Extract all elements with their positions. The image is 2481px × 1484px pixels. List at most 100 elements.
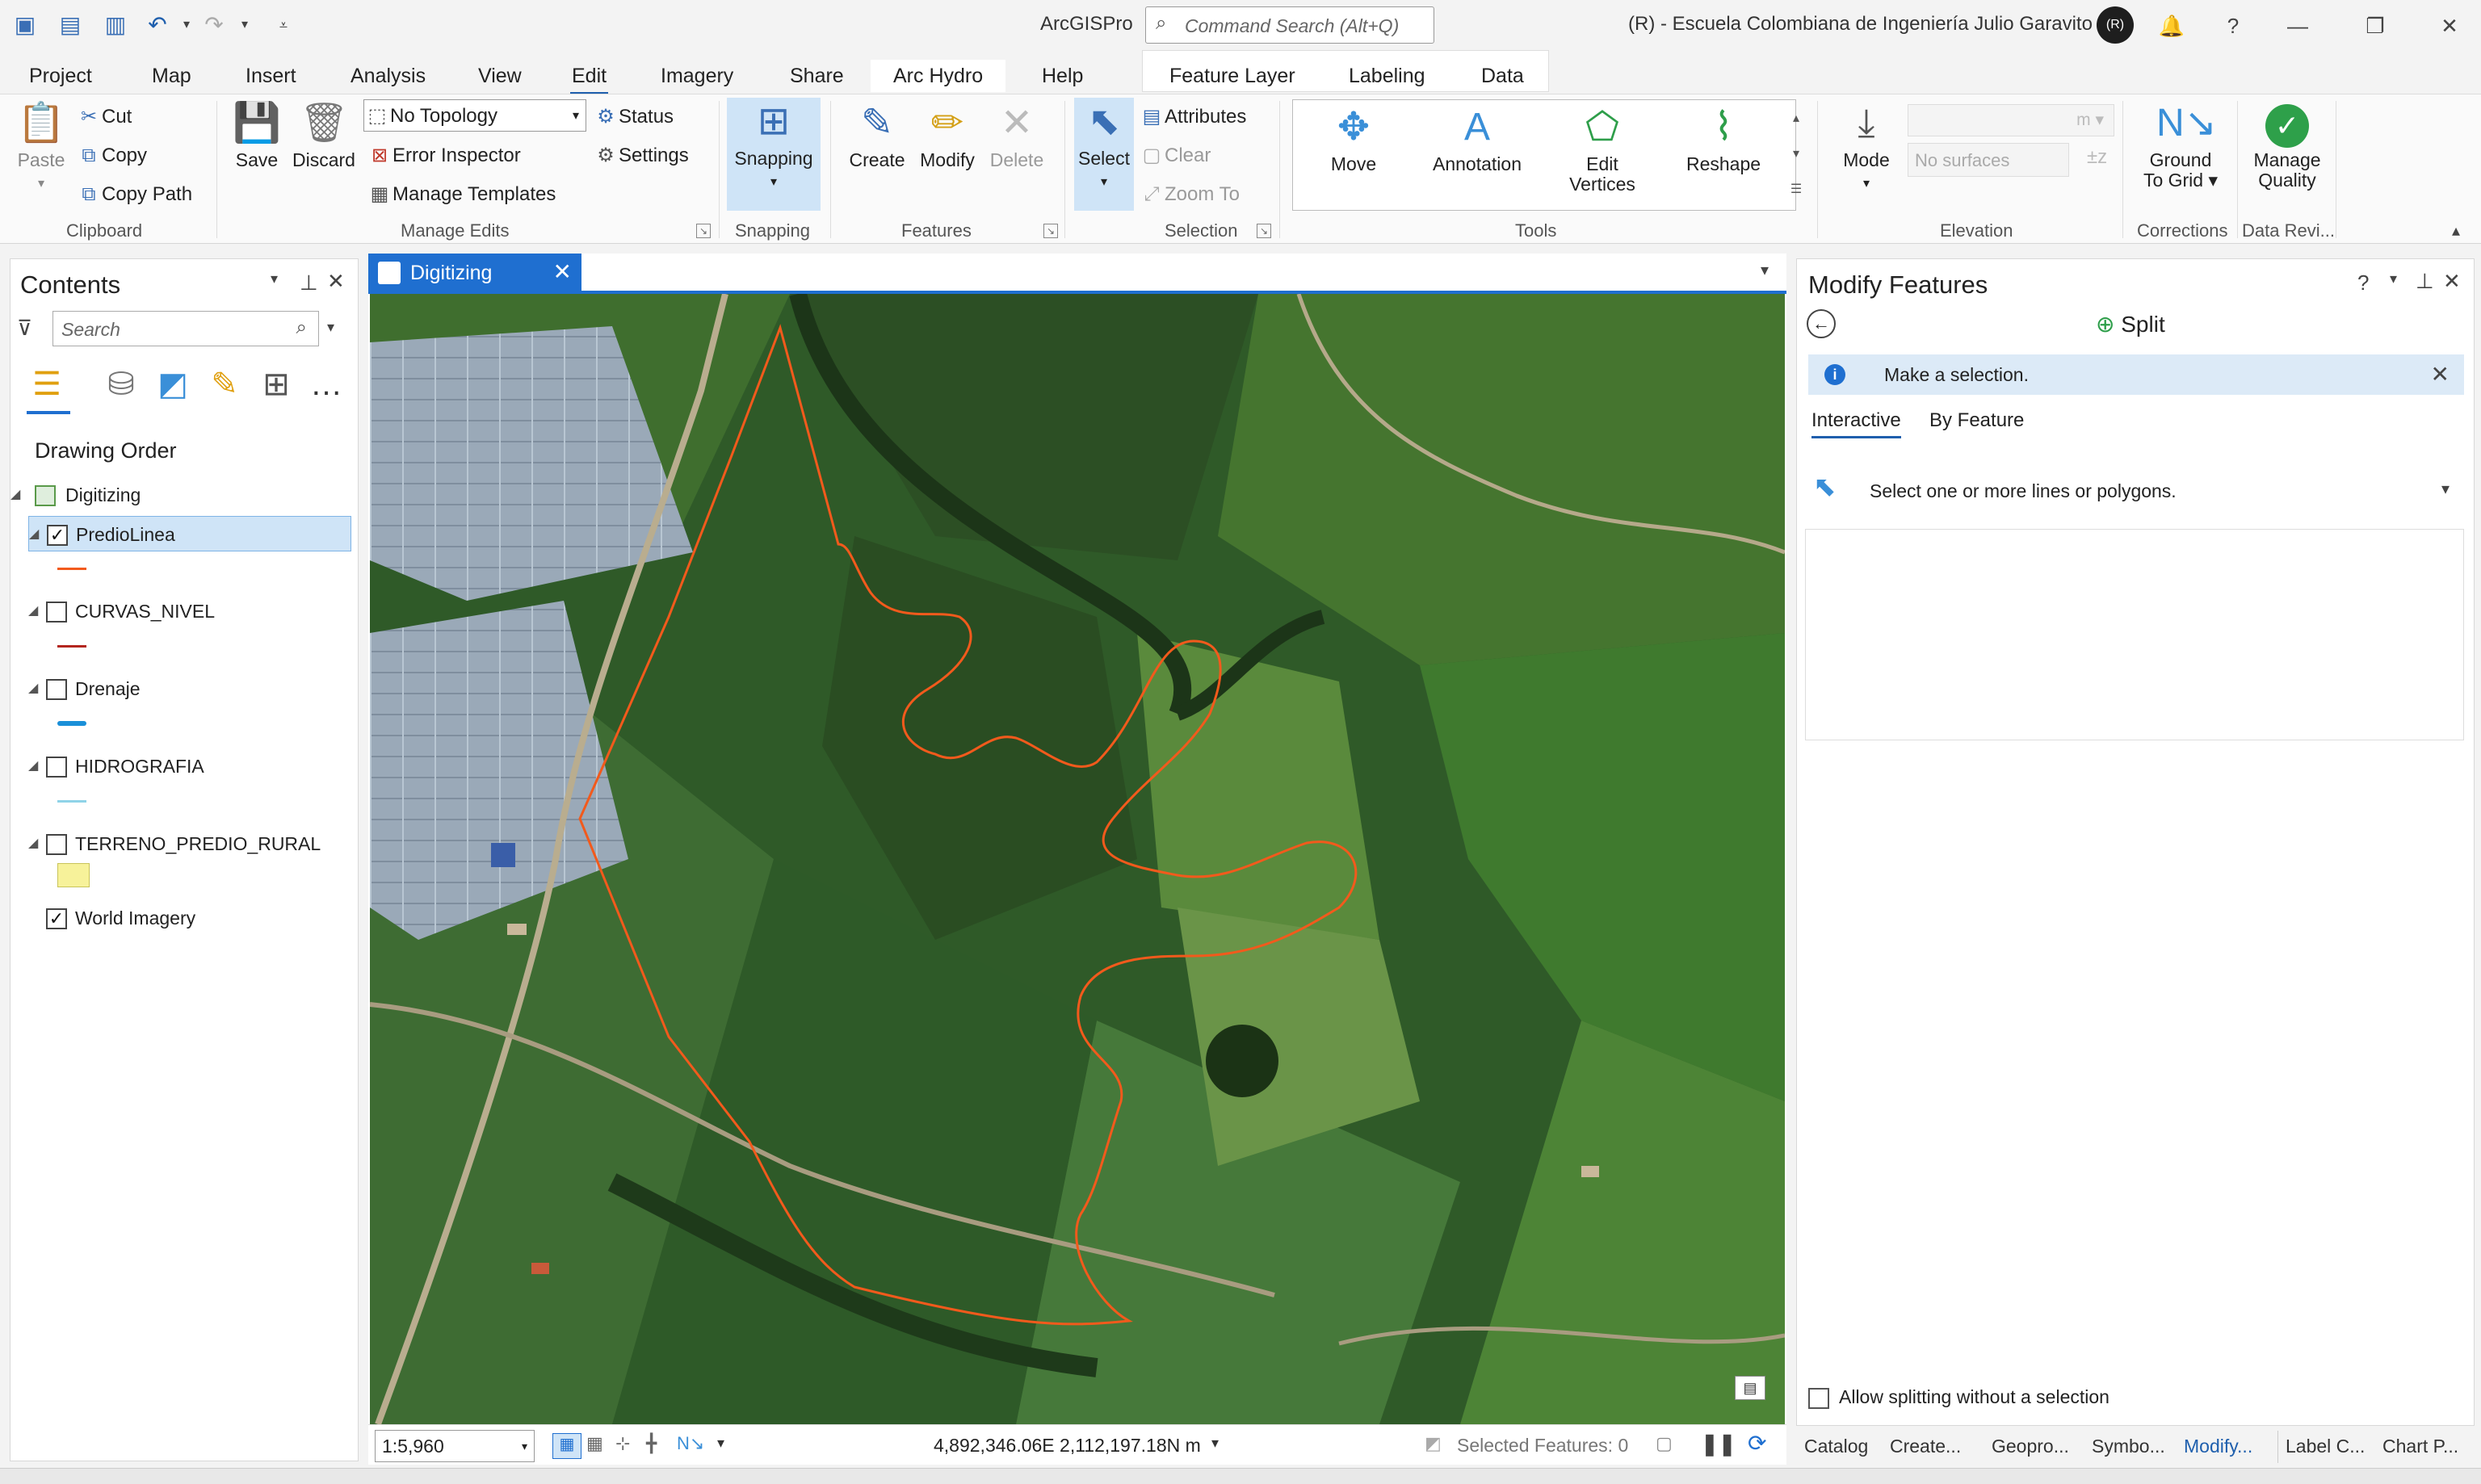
create-button[interactable]: ✎ Create [845, 99, 909, 171]
tab-label-class[interactable]: Label C... [2286, 1436, 2365, 1457]
move-tool-button[interactable]: ✥ Move [1309, 103, 1398, 175]
collapse-ribbon-icon[interactable]: ▴ [2452, 220, 2460, 241]
tab-create-features[interactable]: Create... [1890, 1436, 1961, 1457]
tab-interactive[interactable]: Interactive [1811, 409, 1901, 438]
tab-view[interactable]: View [478, 60, 522, 92]
zoom-to-button[interactable]: ⤢ Zoom To [1139, 178, 1240, 211]
layer-row-hidrografia[interactable]: ◢ HIDROGRAFIA [28, 748, 351, 784]
tab-arc-hydro[interactable]: Arc Hydro [871, 60, 1006, 92]
tab-project[interactable]: Project [29, 60, 92, 92]
tab-chart-properties[interactable]: Chart P... [2382, 1436, 2458, 1457]
table-toggle-icon[interactable]: ▦ [586, 1433, 603, 1454]
tab-feature-layer[interactable]: Feature Layer [1169, 60, 1295, 92]
customize-toolbar-icon[interactable]: ⩡ [270, 11, 297, 39]
contents-search-input[interactable]: Search ⌕ [52, 311, 319, 346]
manage-edits-launcher-icon[interactable]: ↘ [696, 224, 711, 238]
attributes-button[interactable]: ▤ Attributes [1139, 101, 1247, 133]
back-icon[interactable]: ← [1807, 309, 1836, 338]
copy-path-button[interactable]: ⧉ Copy Path [76, 178, 192, 211]
close-pane-icon[interactable]: ✕ [327, 269, 345, 294]
drenaje-symbol[interactable] [57, 721, 86, 726]
topology-select[interactable]: ⬚ No Topology ▾ [363, 99, 586, 132]
minimize-icon[interactable]: — [2277, 8, 2318, 44]
user-organization[interactable]: (R) - Escuela Colombiana de Ingeniería J… [1628, 13, 2093, 36]
tab-data[interactable]: Data [1481, 60, 1524, 92]
notifications-icon[interactable]: 🔔 [2151, 8, 2192, 44]
undo-dropdown-icon[interactable]: ▾ [173, 11, 200, 39]
chevron-down-icon[interactable]: ▾ [2441, 479, 2450, 499]
surface-input[interactable]: No surfaces [1908, 143, 2069, 177]
layer-visibility-checkbox[interactable]: ✓ [47, 525, 68, 546]
map-node-digitizing[interactable]: ◢ Digitizing [10, 477, 350, 513]
layer-row-drenaje[interactable]: ◢ Drenaje [28, 671, 351, 706]
reshape-button[interactable]: ⌇ Reshape [1676, 103, 1771, 175]
help-button[interactable]: ? [2213, 8, 2253, 44]
open-project-icon[interactable]: ▤ [57, 11, 84, 39]
delete-button[interactable]: ✕ Delete [984, 99, 1050, 171]
refresh-icon[interactable]: ⟳ [1748, 1430, 1766, 1457]
pane-options-icon[interactable]: ▾ [271, 270, 278, 287]
hidrografia-symbol[interactable] [57, 800, 86, 803]
tab-help[interactable]: Help [1042, 60, 1083, 92]
elevation-value-input[interactable]: m ▾ [1908, 104, 2114, 136]
grid-icon[interactable]: ╋ [646, 1433, 657, 1454]
selection-box-icon[interactable]: ▢ [1656, 1433, 1673, 1454]
expand-triangle-icon[interactable]: ◢ [28, 748, 38, 784]
restore-icon[interactable]: ❐ [2355, 8, 2395, 44]
expand-triangle-icon[interactable]: ◢ [28, 593, 38, 629]
gallery-scroll[interactable]: ▴ ▾ ☰ [1785, 101, 1807, 209]
pin-icon[interactable]: ⊥ [2416, 269, 2434, 294]
annotation-tool-button[interactable]: A Annotation [1425, 103, 1529, 175]
layer-visibility-checkbox[interactable] [46, 602, 67, 623]
layer-visibility-checkbox[interactable] [46, 834, 67, 855]
selected-features-count[interactable]: Selected Features: 0 [1457, 1435, 1628, 1457]
manage-quality-button[interactable]: ✓ Manage Quality [2245, 99, 2329, 191]
expand-triangle-icon[interactable]: ◢ [28, 671, 38, 706]
redo-dropdown-icon[interactable]: ▾ [231, 11, 258, 39]
selection-view-icon[interactable]: ◩ [153, 364, 193, 405]
tab-symbology[interactable]: Symbo... [2092, 1436, 2165, 1457]
filter-icon[interactable]: ⊽ [17, 316, 32, 341]
avatar[interactable]: (R) [2097, 6, 2134, 44]
save-edits-button[interactable]: 💾 Save [229, 99, 284, 171]
snapping-view-icon[interactable]: ⊞ [256, 364, 296, 405]
new-project-icon[interactable]: ▣ [11, 11, 39, 39]
cut-button[interactable]: ✂ Cut [76, 101, 132, 133]
layer-visibility-checkbox[interactable] [46, 757, 67, 778]
elevation-mode-button[interactable]: ⤓ Mode ▾ [1830, 99, 1903, 195]
layer-row-terreno-predio-rural[interactable]: ◢ TERRENO_PREDIO_RURAL [28, 826, 351, 861]
select-dropdown-icon[interactable]: ▾ [1074, 171, 1134, 193]
ground-to-grid-button[interactable]: N↘ Ground To Grid ▾ [2132, 99, 2229, 191]
overview-toggle-icon[interactable]: ▤ [1735, 1376, 1765, 1400]
terreno-symbol[interactable] [57, 863, 90, 887]
command-search-input[interactable]: ⌕ Command Search (Alt+Q) [1145, 6, 1434, 44]
map-tab-options-icon[interactable]: ▾ [1761, 260, 1769, 280]
north-arrow-icon[interactable]: N↘ [677, 1433, 704, 1454]
snapping-dropdown-icon[interactable]: ▾ [727, 171, 821, 193]
layer-visibility-checkbox[interactable]: ✓ [46, 908, 67, 929]
tab-insert[interactable]: Insert [246, 60, 296, 92]
redo-icon[interactable]: ↷ [200, 11, 228, 39]
close-pane-icon[interactable]: ✕ [2443, 269, 2461, 294]
snapping-toggle-icon[interactable]: ⊹ [615, 1433, 630, 1454]
chevron-down-icon[interactable]: ▾ [717, 1435, 724, 1452]
coordinate-format-icon[interactable]: ▾ [1211, 1435, 1219, 1452]
undo-icon[interactable]: ↶ [144, 11, 171, 39]
tab-imagery[interactable]: Imagery [661, 60, 733, 92]
manage-templates-button[interactable]: ▦ Manage Templates [367, 178, 556, 211]
layer-row-prediolinea[interactable]: ◢ ✓ PredioLinea [28, 516, 351, 551]
tab-map[interactable]: Map [152, 60, 191, 92]
tab-analysis[interactable]: Analysis [351, 60, 426, 92]
close-icon[interactable]: ✕ [2429, 8, 2470, 44]
tab-geoprocessing[interactable]: Geopro... [1992, 1436, 2069, 1457]
search-options-icon[interactable]: ▾ [327, 319, 334, 336]
discard-edits-button[interactable]: 🗑 Discard [291, 99, 357, 171]
editing-view-icon[interactable]: ✎ [204, 364, 245, 405]
error-inspector-button[interactable]: ⊠ Error Inspector [367, 140, 521, 172]
map-tab-digitizing[interactable]: Digitizing ✕ [368, 254, 581, 292]
satellite-imagery[interactable] [370, 294, 1785, 1424]
copy-button[interactable]: ⧉ Copy [76, 140, 147, 172]
expand-triangle-icon[interactable]: ◢ [10, 477, 20, 513]
tab-modify-features[interactable]: Modify... [2184, 1436, 2252, 1457]
tab-catalog[interactable]: Catalog [1804, 1436, 1868, 1457]
